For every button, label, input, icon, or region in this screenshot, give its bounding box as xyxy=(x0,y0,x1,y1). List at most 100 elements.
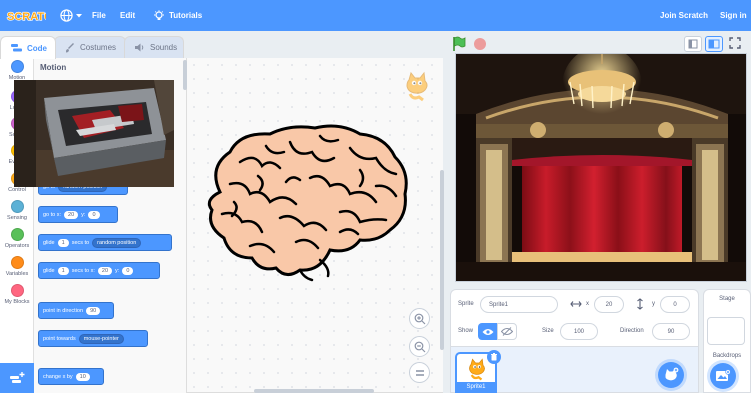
stage-thumbnail[interactable] xyxy=(707,317,745,345)
category-label: Operators xyxy=(4,243,30,249)
zoom-in-button[interactable] xyxy=(409,308,430,329)
x-input[interactable]: 20 xyxy=(97,266,113,275)
category-operators[interactable]: Operators xyxy=(0,228,34,249)
block-text: y: xyxy=(115,267,120,274)
glide-xy-block[interactable]: glide 1 secs to x: 20 y: 0 xyxy=(38,262,160,279)
tutorials-label: Tutorials xyxy=(169,11,203,20)
tab-costumes-label: Costumes xyxy=(80,43,117,52)
secs-input[interactable]: 1 xyxy=(57,238,69,247)
tab-sounds-label: Sounds xyxy=(150,43,178,52)
category-sensing[interactable]: Sensing xyxy=(0,200,34,221)
menu-bar: SCRATCH File Edit Tutorials Join Scratch… xyxy=(0,0,751,31)
speaker-icon xyxy=(135,43,144,52)
variables-dot-icon xyxy=(10,256,24,269)
sprite-tile-name: Sprite1 xyxy=(455,382,497,393)
horizontal-arrows-icon xyxy=(570,301,582,307)
palette-title: Motion xyxy=(40,63,67,72)
logo-text: SCRATCH xyxy=(7,11,46,23)
extension-icon xyxy=(10,372,25,383)
show-sprite-button[interactable] xyxy=(478,323,498,340)
join-scratch-link[interactable]: Join Scratch xyxy=(660,0,708,31)
category-label: Variables xyxy=(5,271,29,277)
my-blocks-dot-icon xyxy=(10,284,24,297)
tab-code[interactable]: Code xyxy=(0,36,56,59)
motion-dot-icon xyxy=(10,60,24,73)
zoom-reset-button[interactable] xyxy=(409,362,430,383)
fullscreen-icon xyxy=(729,37,741,49)
direction-input[interactable]: 90 xyxy=(86,306,101,315)
code-horizontal-scrollbar[interactable] xyxy=(254,389,374,393)
hide-sprite-button[interactable] xyxy=(497,323,517,340)
eye-icon xyxy=(482,328,494,335)
secs-input[interactable]: 1 xyxy=(57,266,69,275)
block-dropdown[interactable]: mouse-pointer xyxy=(78,333,124,344)
change-x-block[interactable]: change x by 10 xyxy=(38,368,104,385)
normal-stage-button[interactable] xyxy=(705,36,723,52)
category-variables[interactable]: Variables xyxy=(0,256,34,277)
direction-field[interactable]: 90 xyxy=(652,323,690,340)
y-input[interactable]: 0 xyxy=(88,210,100,219)
add-extension-button[interactable] xyxy=(0,363,34,393)
tutorials-menu[interactable]: Tutorials xyxy=(153,0,202,31)
vertical-arrows-icon xyxy=(637,298,643,310)
go-to-xy-block[interactable]: go to x: 20 y: 0 xyxy=(38,206,118,223)
category-my-blocks[interactable]: My Blocks xyxy=(0,284,34,305)
code-vertical-scrollbar[interactable] xyxy=(440,170,444,350)
point-towards-block[interactable]: point towards mouse-pointer xyxy=(38,330,148,347)
brush-icon xyxy=(65,42,74,52)
trash-icon xyxy=(491,353,497,361)
block-text: y: xyxy=(81,211,86,218)
block-text: glide xyxy=(43,239,55,246)
change-x-input[interactable]: 10 xyxy=(75,372,90,381)
sign-in-link[interactable]: Sign in xyxy=(720,0,747,31)
size-label: Size xyxy=(542,328,554,334)
add-backdrop-icon xyxy=(716,369,731,381)
sprite-cat-watermark xyxy=(406,71,428,102)
glide-random-block[interactable]: glide 1 secs to random position xyxy=(38,234,172,251)
file-menu[interactable]: File xyxy=(92,0,106,31)
globe-icon xyxy=(60,9,73,22)
zoom-in-icon xyxy=(414,313,425,324)
stage-canvas[interactable] xyxy=(455,53,747,282)
block-text: point towards xyxy=(43,335,76,342)
stop-button[interactable] xyxy=(474,38,486,50)
scratch-logo[interactable]: SCRATCH xyxy=(6,6,46,24)
point-in-direction-block[interactable]: point in direction 90 xyxy=(38,302,114,319)
sprite-name-label: Sprite xyxy=(458,301,474,307)
zoom-out-icon xyxy=(414,341,425,352)
block-text: change x by xyxy=(43,373,73,380)
operators-dot-icon xyxy=(10,228,24,241)
block-text: go to x: xyxy=(43,211,62,218)
tab-sounds[interactable]: Sounds xyxy=(124,36,184,58)
x-label: x xyxy=(586,301,589,307)
green-flag-button[interactable] xyxy=(451,36,467,52)
add-backdrop-button[interactable] xyxy=(710,363,736,389)
fullscreen-button[interactable] xyxy=(727,36,745,52)
toolbox-image xyxy=(14,80,174,187)
normal-stage-icon xyxy=(708,39,720,49)
small-stage-button[interactable] xyxy=(684,36,702,52)
size-field[interactable]: 100 xyxy=(560,323,598,340)
code-icon xyxy=(11,44,22,52)
add-sprite-button[interactable] xyxy=(658,362,684,388)
sensing-dot-icon xyxy=(10,200,24,213)
x-position-field[interactable]: 20 xyxy=(594,296,624,313)
chevron-down-icon xyxy=(76,13,82,17)
equals-icon xyxy=(415,369,424,376)
block-text: secs to x: xyxy=(71,267,95,274)
block-dropdown[interactable]: random position xyxy=(92,237,142,248)
zoom-out-button[interactable] xyxy=(409,336,430,357)
y-position-field[interactable]: 0 xyxy=(660,296,690,313)
sprite-name-field[interactable]: Sprite1 xyxy=(480,296,558,313)
x-input[interactable]: 20 xyxy=(64,210,79,219)
y-input[interactable]: 0 xyxy=(122,266,134,275)
tab-costumes[interactable]: Costumes xyxy=(54,36,126,58)
language-menu[interactable] xyxy=(60,0,82,31)
category-label: Control xyxy=(8,187,26,193)
edit-menu[interactable]: Edit xyxy=(120,0,135,31)
toolbox-photo xyxy=(14,80,174,187)
lightbulb-icon xyxy=(154,9,164,20)
theater-backdrop xyxy=(456,54,746,281)
category-motion[interactable]: Motion xyxy=(0,60,34,81)
delete-sprite-button[interactable] xyxy=(487,350,501,364)
